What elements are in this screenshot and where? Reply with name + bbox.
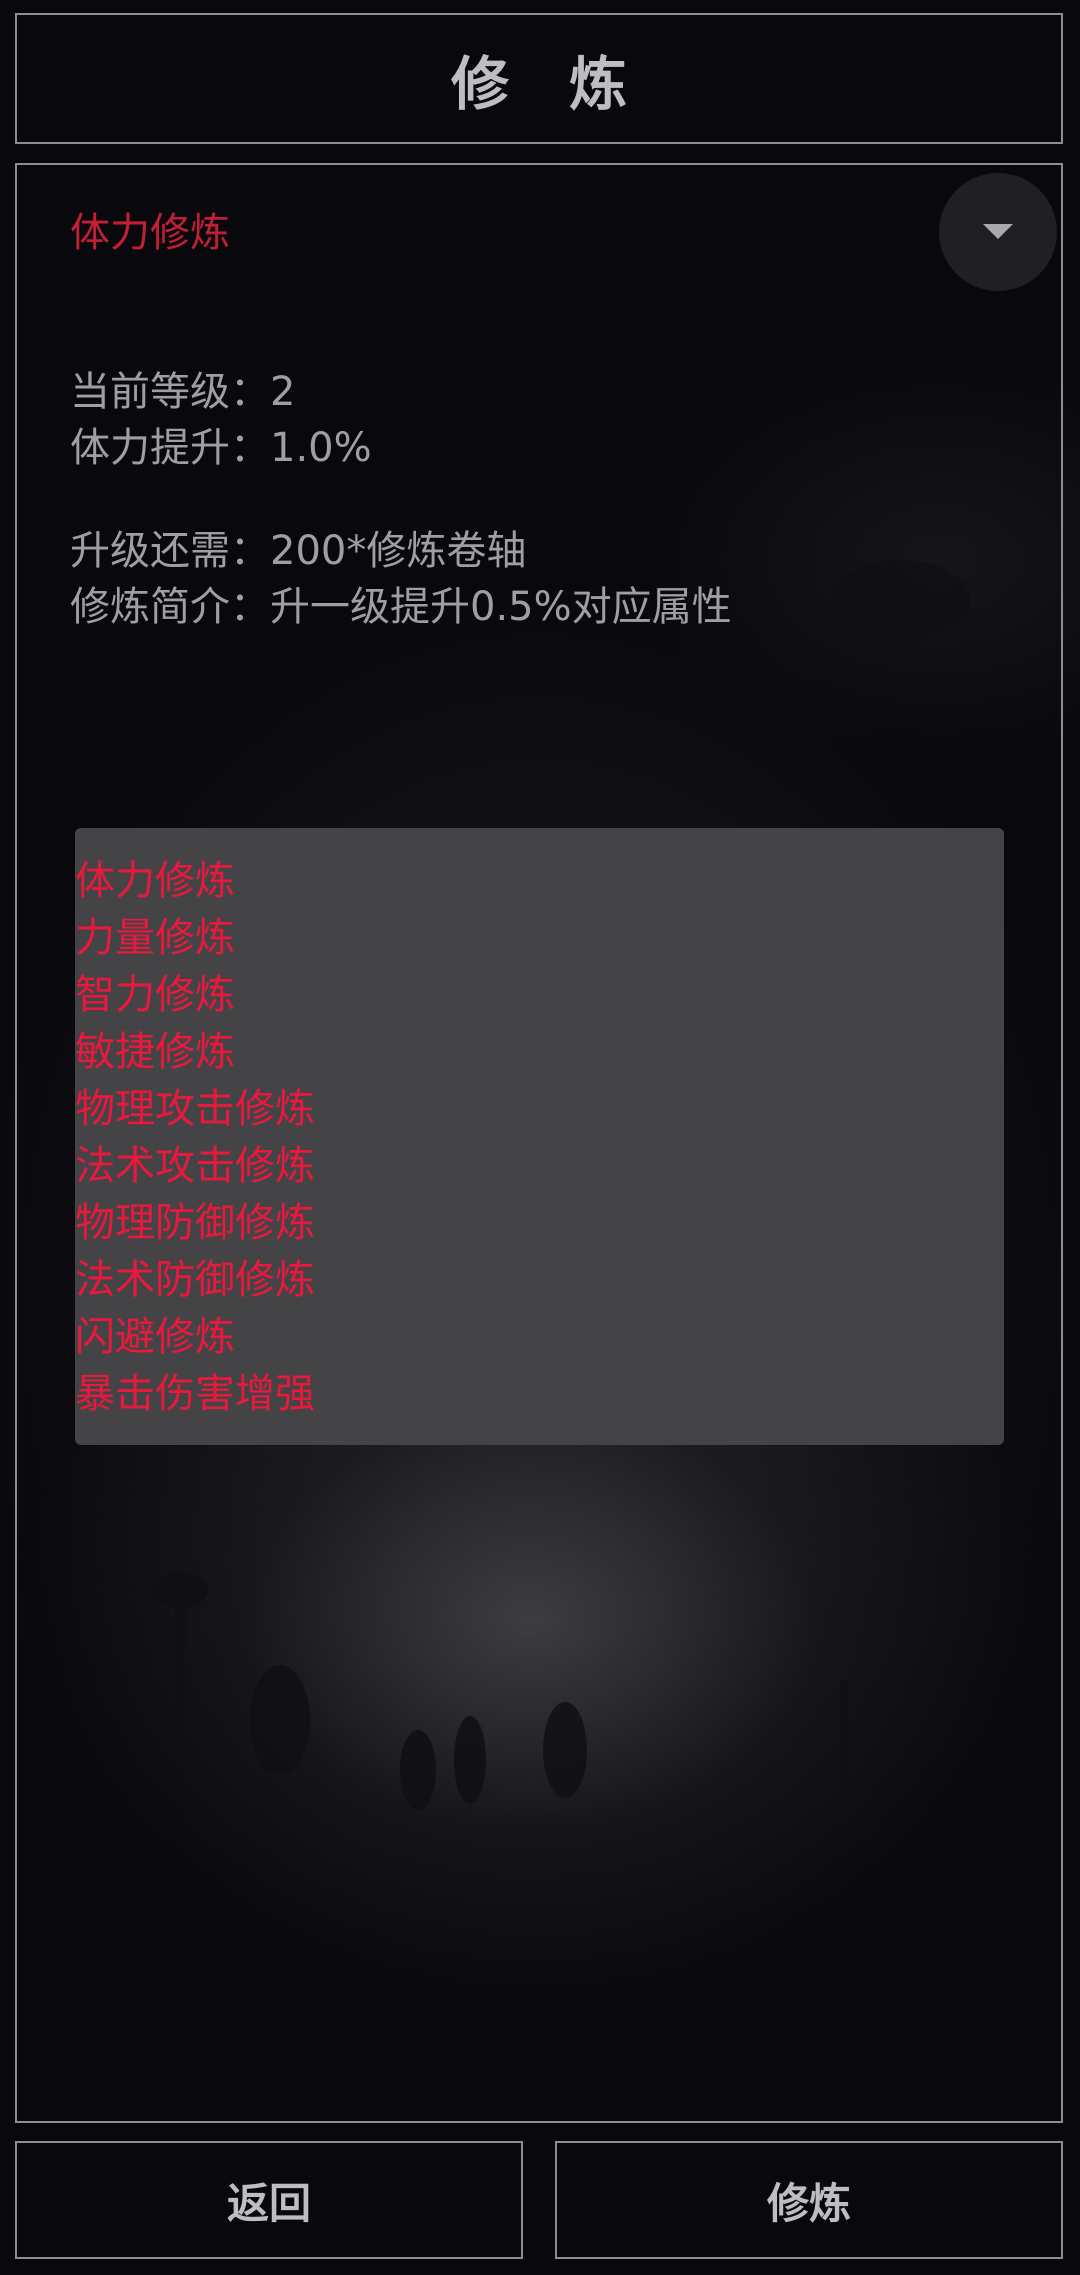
upgrade-info: 升级还需：200*修炼卷轴 修炼简介：升一级提升0.5%对应属性: [70, 523, 732, 635]
current-level-value: 2: [270, 369, 296, 415]
back-button[interactable]: 返回: [15, 2141, 523, 2259]
level-info: 当前等级：2 体力提升：1.0%: [70, 364, 372, 476]
title-bar: 修炼: [15, 13, 1063, 144]
dropdown-toggle-button[interactable]: [939, 173, 1057, 291]
training-desc-value: 升一级提升0.5%对应属性: [270, 584, 732, 630]
training-desc-row: 修炼简介：升一级提升0.5%对应属性: [70, 579, 732, 635]
caret-down-icon: [983, 224, 1013, 239]
train-button[interactable]: 修炼: [555, 2141, 1063, 2259]
dropdown-option[interactable]: 物理攻击修炼: [75, 1081, 1004, 1138]
upgrade-cost-row: 升级还需：200*修炼卷轴: [70, 523, 732, 579]
training-dropdown-list: 体力修炼 力量修炼 智力修炼 敏捷修炼 物理攻击修炼 法术攻击修炼 物理防御修炼…: [75, 828, 1004, 1445]
upgrade-cost-label: 升级还需：: [70, 528, 270, 574]
dropdown-option[interactable]: 体力修炼: [75, 853, 1004, 910]
stat-boost-value: 1.0%: [270, 425, 372, 471]
dropdown-option[interactable]: 法术防御修炼: [75, 1252, 1004, 1309]
dropdown-option[interactable]: 物理防御修炼: [75, 1195, 1004, 1252]
page-title: 修炼: [450, 49, 687, 118]
dropdown-option[interactable]: 闪避修炼: [75, 1309, 1004, 1366]
dropdown-option[interactable]: 智力修炼: [75, 967, 1004, 1024]
stat-boost-label: 体力提升：: [70, 425, 270, 471]
current-level-label: 当前等级：: [70, 369, 270, 415]
dropdown-option[interactable]: 敏捷修炼: [75, 1024, 1004, 1081]
stat-boost-row: 体力提升：1.0%: [70, 420, 372, 476]
current-level-row: 当前等级：2: [70, 364, 372, 420]
dropdown-option[interactable]: 法术攻击修炼: [75, 1138, 1004, 1195]
training-desc-label: 修炼简介：: [70, 584, 270, 630]
dropdown-option[interactable]: 力量修炼: [75, 910, 1004, 967]
dropdown-option[interactable]: 暴击伤害增强: [75, 1366, 1004, 1423]
selected-training-label[interactable]: 体力修炼: [70, 205, 230, 261]
upgrade-cost-value: 200*修炼卷轴: [270, 528, 527, 574]
